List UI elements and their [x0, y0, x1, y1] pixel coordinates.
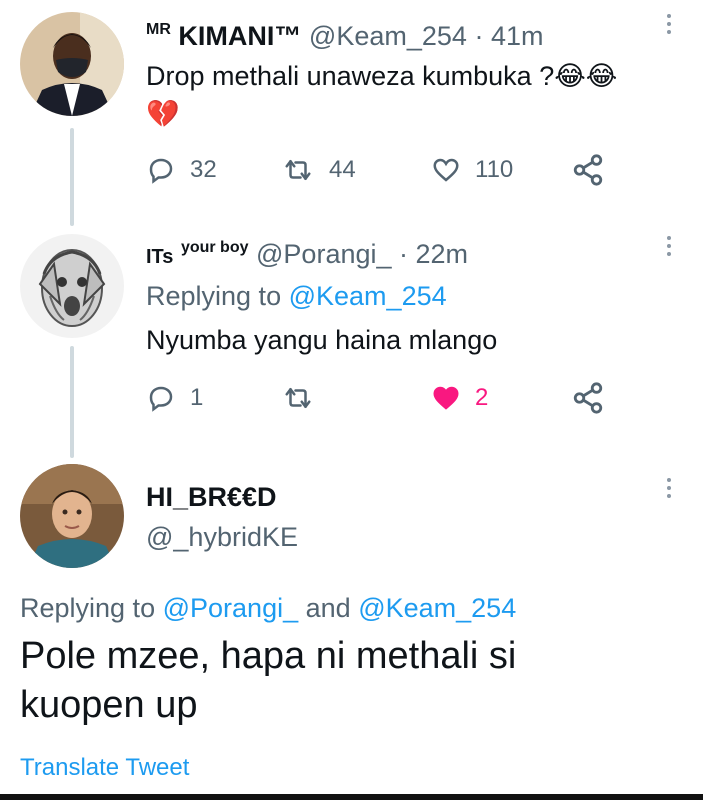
avatar-porangi[interactable] — [20, 234, 124, 338]
replying-to-handle[interactable]: @Keam_254 — [289, 281, 447, 311]
user-handle-row: @_hybridKE — [146, 524, 298, 551]
display-name[interactable]: KIMANI™ — [178, 21, 301, 51]
thread-line-2 — [70, 346, 74, 458]
tweet-timestamp[interactable]: · 41m — [474, 21, 543, 51]
replying-to: Replying to @Porangi_ and @Keam_254 — [20, 592, 516, 624]
like-count: 110 — [475, 156, 514, 183]
tweet-text-line: Pole mzee, hapa ni methali si — [20, 635, 517, 677]
tweet-text: Nyumba yangu haina mlango — [146, 325, 498, 355]
replying-to-handle[interactable]: @Keam_254 — [358, 593, 516, 623]
replying-to-label: Replying to — [146, 281, 282, 311]
reply-button[interactable]: 32 — [146, 150, 217, 190]
broken-heart-emoji: 💔 — [146, 99, 180, 129]
replying-to: Replying to @Keam_254 — [146, 280, 447, 312]
display-name[interactable]: HI_BR€€D — [146, 482, 277, 512]
reply-button[interactable]: 1 — [146, 378, 203, 418]
display-name-prefix: MR — [146, 21, 171, 38]
more-icon[interactable] — [664, 236, 674, 260]
user-handle[interactable]: @Keam_254 — [309, 21, 467, 51]
thread-line-1 — [70, 128, 74, 226]
share-button[interactable] — [571, 150, 605, 190]
like-button[interactable]: 110 — [431, 150, 513, 190]
display-name[interactable]: your boy — [181, 239, 249, 256]
retweet-count: 44 — [329, 156, 356, 183]
reply-count: 32 — [190, 156, 217, 183]
translate-tweet-link[interactable]: Translate Tweet — [20, 754, 189, 782]
retweet-icon — [285, 160, 311, 180]
retweet-button[interactable]: 44 — [281, 150, 356, 190]
tweet-header: ITs your boy @Porangi_ · 22m — [146, 240, 468, 268]
tweet-text-line: kuopen up — [20, 684, 198, 727]
tweet-header: HI_BR€€D — [146, 484, 277, 511]
retweet-button[interactable] — [281, 378, 315, 418]
like-button[interactable]: 2 — [431, 378, 488, 418]
reply-icon — [149, 386, 173, 412]
replying-to-label: Replying to — [20, 593, 156, 623]
share-icon — [573, 382, 603, 414]
share-button[interactable] — [571, 378, 605, 418]
avatar-kimani[interactable] — [20, 12, 124, 116]
replying-to-and: and — [305, 593, 351, 623]
tweet-text: Pole mzee, hapa ni methali si kuopen up — [20, 632, 516, 731]
bottom-divider — [0, 794, 703, 800]
avatar-hybridke[interactable] — [20, 464, 124, 568]
tweet-text: Drop methali unaweza kumbuka ?😂😂 — [146, 61, 618, 91]
user-handle[interactable]: @_hybridKE — [146, 522, 298, 552]
more-icon[interactable] — [664, 478, 674, 502]
tweet-actions: 32 44 110 — [146, 150, 616, 190]
more-icon[interactable] — [664, 14, 674, 38]
like-icon — [433, 158, 459, 182]
replying-to-handle[interactable]: @Porangi_ — [163, 593, 299, 623]
retweet-icon — [285, 388, 311, 408]
user-handle[interactable]: @Porangi_ — [256, 239, 392, 269]
tweet-actions: 1 2 — [146, 378, 616, 418]
display-name-prefix: ITs — [146, 246, 174, 268]
share-icon — [573, 154, 603, 186]
reply-icon — [149, 158, 173, 184]
like-icon — [433, 386, 459, 410]
like-count: 2 — [475, 384, 489, 411]
tweet-timestamp[interactable]: · 22m — [399, 239, 468, 269]
tweet-header: MR KIMANI™ @Keam_254 · 41m — [146, 22, 543, 50]
reply-count: 1 — [190, 384, 204, 411]
